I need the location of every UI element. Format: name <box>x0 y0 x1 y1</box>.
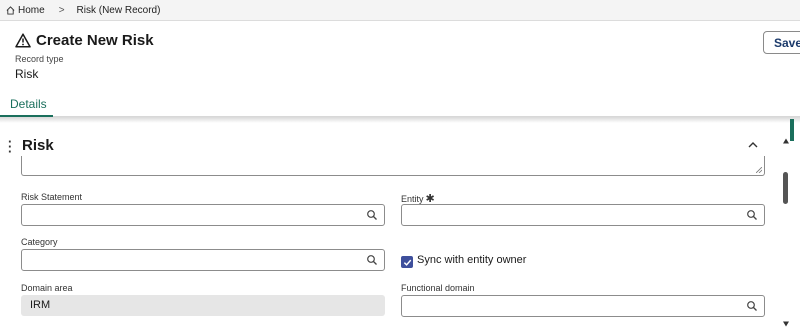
home-icon <box>6 5 15 15</box>
breadcrumb-current: Risk (New Record) <box>76 4 161 16</box>
record-type-value: Risk <box>15 67 39 81</box>
page-title: Create New Risk <box>36 32 154 49</box>
chevron-up-icon[interactable] <box>745 137 761 153</box>
scroll-down-arrow-icon[interactable] <box>782 320 790 328</box>
search-icon[interactable] <box>746 209 758 221</box>
section-title: Risk <box>22 137 54 154</box>
sync-entity-owner-checkbox[interactable] <box>401 256 413 268</box>
scroll-indicator <box>790 119 794 141</box>
title-row: Create New Risk <box>15 32 154 49</box>
functional-domain-input[interactable] <box>401 295 765 317</box>
form-content: · · · Risk Risk Statement Entity ✱ Category… <box>0 123 790 331</box>
entity-label-text: Entity <box>401 194 424 204</box>
tab-bar: Details <box>0 93 800 117</box>
scroll-up-arrow-icon[interactable] <box>782 137 790 145</box>
tab-details[interactable]: Details <box>0 93 53 117</box>
breadcrumb: Home > Risk (New Record) <box>0 0 800 21</box>
warning-triangle-icon <box>15 33 31 48</box>
search-icon[interactable] <box>366 254 378 266</box>
domain-area-label: Domain area <box>21 283 73 293</box>
scrollbar[interactable] <box>780 123 800 331</box>
scrollbar-thumb[interactable] <box>783 172 788 204</box>
resize-grip-icon[interactable] <box>756 167 762 173</box>
entity-input[interactable] <box>401 204 765 226</box>
category-label: Category <box>21 237 58 247</box>
risk-statement-label: Risk Statement <box>21 192 83 202</box>
sync-entity-owner-label[interactable]: Sync with entity owner <box>417 254 526 266</box>
category-input[interactable] <box>21 249 385 271</box>
search-icon[interactable] <box>746 300 758 312</box>
functional-domain-label: Functional domain <box>401 283 475 293</box>
drag-handle-icon[interactable]: · · · <box>8 135 12 158</box>
risk-statement-input[interactable] <box>21 204 385 226</box>
breadcrumb-separator: > <box>58 4 65 16</box>
record-type-label: Record type <box>15 54 64 64</box>
checkmark-icon <box>403 259 411 266</box>
breadcrumb-home-label: Home <box>18 4 45 16</box>
domain-area-value: IRM <box>21 295 385 316</box>
description-textarea[interactable] <box>21 156 765 176</box>
breadcrumb-home[interactable]: Home <box>6 5 45 16</box>
search-icon[interactable] <box>366 209 378 221</box>
save-button[interactable]: Save <box>763 31 800 54</box>
